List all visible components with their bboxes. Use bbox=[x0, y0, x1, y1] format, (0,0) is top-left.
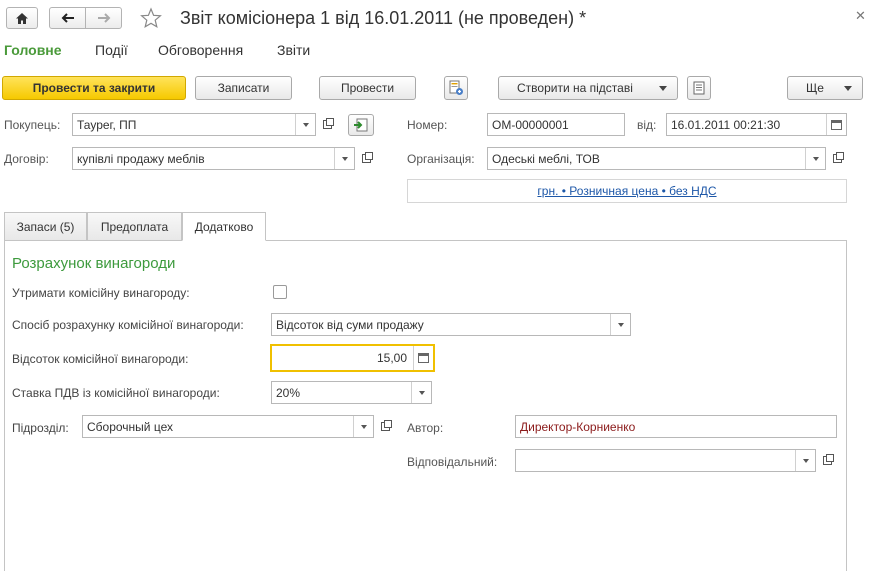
more-label: Ще bbox=[806, 81, 824, 95]
responsible-dropdown-button[interactable] bbox=[795, 450, 815, 471]
tab-main[interactable]: Головне bbox=[4, 42, 62, 58]
responsible-open-button[interactable] bbox=[817, 450, 837, 471]
tab-discussions[interactable]: Обговорення bbox=[158, 42, 243, 58]
organization-open-button[interactable] bbox=[827, 148, 847, 169]
contract-open-button[interactable] bbox=[356, 148, 376, 169]
post-button[interactable]: Провести bbox=[319, 76, 416, 100]
department-value: Сборочный цех bbox=[87, 419, 173, 434]
chevron-down-icon bbox=[341, 156, 348, 161]
vat-value: 20% bbox=[276, 385, 301, 400]
tab-events[interactable]: Події bbox=[95, 42, 128, 58]
post-and-close-button[interactable]: Провести та закрити bbox=[2, 76, 186, 100]
contract-field[interactable]: купівлі продажу меблів bbox=[72, 147, 355, 170]
chevron-down-icon bbox=[812, 156, 819, 161]
vat-dropdown-button[interactable] bbox=[411, 382, 431, 403]
save-button[interactable]: Записати bbox=[195, 76, 292, 100]
home-icon bbox=[16, 12, 28, 24]
responsible-field[interactable] bbox=[515, 449, 816, 472]
arrow-left-icon bbox=[61, 13, 74, 23]
home-button[interactable] bbox=[6, 7, 38, 29]
create-based-on-label: Створити на підставі bbox=[517, 81, 633, 95]
date-value: 16.01.2011 00:21:30 bbox=[671, 117, 781, 132]
calendar-icon bbox=[831, 119, 842, 130]
number-label: Номер: bbox=[407, 118, 448, 132]
calculator-icon bbox=[418, 353, 429, 363]
author-value: Директор-Корниенко bbox=[520, 419, 636, 434]
tab-additional[interactable]: Додатково bbox=[182, 212, 266, 241]
forward-button[interactable] bbox=[85, 7, 122, 29]
buyer-dropdown-button[interactable] bbox=[295, 114, 315, 135]
method-field[interactable]: Відсоток від суми продажу bbox=[271, 313, 631, 336]
department-label: Підрозділ: bbox=[12, 421, 69, 435]
method-dropdown-button[interactable] bbox=[610, 314, 630, 335]
date-field[interactable]: 16.01.2011 00:21:30 bbox=[666, 113, 847, 136]
contract-value: купівлі продажу меблів bbox=[77, 151, 205, 166]
document-structure-icon bbox=[449, 80, 463, 95]
chevron-down-icon bbox=[302, 122, 309, 127]
arrow-right-icon bbox=[97, 13, 110, 23]
buyer-open-button[interactable] bbox=[317, 114, 337, 135]
responsible-label: Відповідальний: bbox=[407, 455, 498, 469]
price-settings-box: грн. • Розничная цена • без НДС bbox=[407, 179, 847, 203]
more-button[interactable]: Ще bbox=[787, 76, 863, 100]
open-icon bbox=[361, 152, 373, 163]
report-structure-button[interactable] bbox=[444, 76, 468, 100]
organization-label: Організація: bbox=[407, 152, 475, 166]
percent-value: 15,00 bbox=[376, 351, 407, 365]
department-dropdown-button[interactable] bbox=[353, 416, 373, 437]
chevron-down-icon bbox=[844, 86, 852, 91]
organization-value: Одеські меблі, ТОВ bbox=[492, 151, 600, 166]
open-icon bbox=[822, 454, 834, 465]
commission-section-title: Розрахунок винагороди bbox=[12, 255, 176, 272]
withhold-checkbox[interactable] bbox=[273, 285, 287, 299]
method-value: Відсоток від суми продажу bbox=[276, 317, 424, 332]
contract-dropdown-button[interactable] bbox=[334, 148, 354, 169]
chevron-down-icon bbox=[659, 86, 667, 91]
create-based-on-button[interactable]: Створити на підставі bbox=[498, 76, 678, 100]
organization-field[interactable]: Одеські меблі, ТОВ bbox=[487, 147, 826, 170]
buyer-field[interactable]: Таурег, ПП bbox=[72, 113, 316, 136]
tab-stock[interactable]: Запаси (5) bbox=[4, 212, 87, 240]
percent-label: Відсоток комісійної винагороди: bbox=[12, 352, 189, 366]
contract-label: Договір: bbox=[4, 152, 49, 166]
percent-field[interactable]: 15,00 bbox=[270, 344, 435, 372]
chevron-down-icon bbox=[802, 458, 809, 463]
back-button[interactable] bbox=[49, 7, 86, 29]
author-label: Автор: bbox=[407, 421, 444, 435]
date-label: від: bbox=[637, 118, 657, 132]
chevron-down-icon bbox=[617, 322, 624, 327]
organization-dropdown-button[interactable] bbox=[805, 148, 825, 169]
number-value: ОМ-00000001 bbox=[492, 117, 569, 132]
buyer-info-button[interactable] bbox=[348, 114, 374, 136]
open-icon bbox=[322, 118, 334, 129]
chevron-down-icon bbox=[418, 390, 425, 395]
star-icon[interactable] bbox=[140, 7, 162, 29]
department-open-button[interactable] bbox=[375, 416, 395, 437]
print-button[interactable] bbox=[687, 76, 711, 100]
window-title: Звіт комісіонера 1 від 16.01.2011 (не пр… bbox=[180, 8, 587, 28]
document-icon bbox=[693, 81, 705, 95]
tab-reports[interactable]: Звіти bbox=[277, 42, 310, 58]
card-arrow-icon bbox=[354, 118, 368, 132]
method-label: Спосіб розрахунку комісійної винагороди: bbox=[12, 318, 244, 332]
vat-field[interactable]: 20% bbox=[271, 381, 432, 404]
percent-calculator-button[interactable] bbox=[413, 346, 433, 370]
open-icon bbox=[380, 420, 392, 431]
price-settings-link[interactable]: грн. • Розничная цена • без НДС bbox=[537, 184, 716, 198]
department-field[interactable]: Сборочный цех bbox=[82, 415, 374, 438]
chevron-down-icon bbox=[360, 424, 367, 429]
tab-prepayment[interactable]: Предоплата bbox=[87, 212, 182, 240]
buyer-label: Покупець: bbox=[4, 118, 61, 132]
vat-label: Ставка ПДВ із комісійної винагороди: bbox=[12, 386, 220, 400]
withhold-label: Утримати комісійну винагороду: bbox=[12, 286, 190, 300]
number-field[interactable]: ОМ-00000001 bbox=[487, 113, 625, 136]
date-calendar-button[interactable] bbox=[826, 114, 846, 135]
author-field: Директор-Корниенко bbox=[515, 415, 837, 438]
open-icon bbox=[832, 152, 844, 163]
buyer-value: Таурег, ПП bbox=[77, 117, 137, 132]
close-icon[interactable]: ✕ bbox=[855, 8, 866, 24]
